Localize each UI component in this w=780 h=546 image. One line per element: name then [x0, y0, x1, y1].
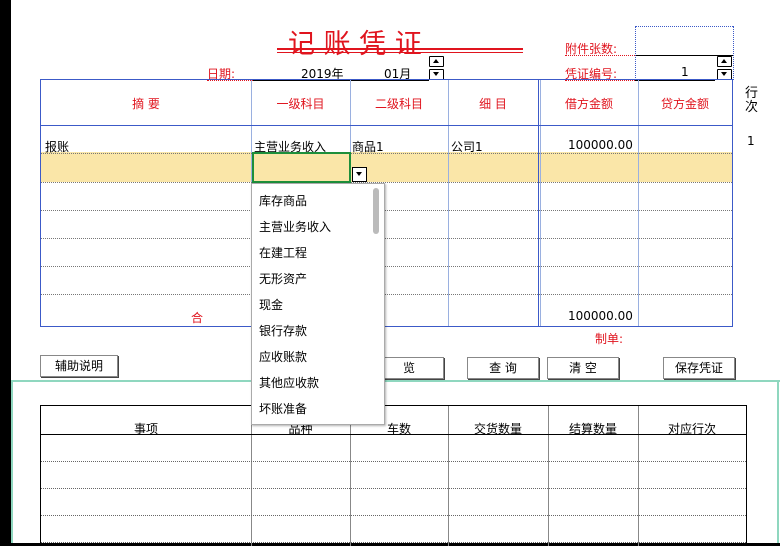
- dropdown-option[interactable]: 库存商品: [259, 192, 307, 209]
- voucher-sheet: 记 账 凭 证 附件张数: 日期: 2019年 01月 凭证编号: 1 行次 1: [11, 0, 780, 546]
- col-header-row-ref: 对应行次: [667, 422, 716, 436]
- voucher-no-value[interactable]: 1: [681, 65, 689, 79]
- dropdown-option[interactable]: 坏账准备: [259, 400, 307, 417]
- total-debit: 100000.00: [568, 309, 633, 323]
- header-divider: [41, 125, 732, 126]
- cell-account2[interactable]: 商品1: [352, 138, 384, 155]
- voucher-no-up-button[interactable]: [717, 56, 732, 67]
- account-dropdown-list[interactable]: 库存商品 主营业务收入 在建工程 无形资产 现金 银行存款 应收账款 其他应收款…: [251, 183, 385, 425]
- row-label: 行次: [745, 86, 759, 115]
- account1-editor[interactable]: [252, 152, 351, 183]
- guide-line: [635, 26, 733, 27]
- guide-line: [733, 26, 734, 80]
- dropdown-option[interactable]: 应收账款: [259, 348, 307, 365]
- col-header-debit: 借方金额: [564, 97, 613, 111]
- arrow-up-icon: [721, 59, 727, 63]
- col-header-item: 事项: [133, 422, 158, 436]
- aux-note-button[interactable]: 辅助说明: [40, 355, 118, 377]
- arrow-down-icon: [433, 72, 439, 76]
- section-divider: [11, 380, 780, 382]
- col-divider: [448, 80, 449, 326]
- total-label: 合: [191, 311, 204, 325]
- dropdown-scrollbar-thumb[interactable]: [373, 188, 379, 234]
- col-header-account1: 一级科目: [276, 97, 325, 111]
- dropdown-button[interactable]: [352, 167, 367, 182]
- month-spinner[interactable]: [429, 56, 444, 80]
- dropdown-option[interactable]: 无形资产: [259, 270, 307, 287]
- query-button[interactable]: 查 询: [467, 357, 539, 379]
- row-divider: [41, 488, 746, 489]
- cell-detail[interactable]: 公司1: [451, 138, 483, 155]
- row-divider: [41, 210, 732, 211]
- col-divider: [540, 80, 541, 326]
- month-up-button[interactable]: [429, 56, 444, 67]
- chevron-down-icon: [356, 172, 362, 176]
- attachments-underline: [565, 55, 635, 56]
- guide-line: [635, 26, 636, 80]
- section-border-left: [11, 380, 13, 543]
- row-divider: [41, 238, 732, 239]
- preparer-label: 制单:: [595, 332, 624, 346]
- dropdown-option[interactable]: 主营业务收入: [259, 218, 331, 235]
- row-divider: [41, 266, 732, 267]
- col-header-settle-qty: 结算数量: [568, 422, 617, 436]
- title-underline-2: [277, 52, 523, 53]
- save-voucher-button[interactable]: 保存凭证: [663, 357, 735, 379]
- title-underline: [277, 48, 523, 50]
- col-header-summary: 摘 要: [132, 97, 160, 111]
- dropdown-option[interactable]: 在建工程: [259, 244, 307, 261]
- row-number: 1: [747, 134, 755, 148]
- col-header-delivery-qty: 交货数量: [473, 422, 522, 436]
- cell-debit[interactable]: 100000.00: [568, 138, 633, 152]
- arrow-down-icon: [721, 72, 727, 76]
- section-border-right: [777, 380, 779, 543]
- row-divider: [41, 294, 732, 295]
- row-divider: [41, 153, 732, 154]
- voucher-no-spinner[interactable]: [717, 56, 732, 80]
- clear-button[interactable]: 清 空: [547, 357, 619, 379]
- voucher-title: 记 账 凭 证: [288, 29, 422, 60]
- dropdown-option[interactable]: 银行存款: [259, 322, 307, 339]
- col-header-credit: 贷方金额: [660, 97, 709, 111]
- col-header-account2: 二级科目: [374, 97, 423, 111]
- voucher-table: 摘 要 一级科目 二级科目 细 目 借方金额 贷方金额 报账 主营业务收入 商品…: [40, 79, 733, 327]
- row-divider: [41, 515, 746, 516]
- row-divider: [41, 182, 732, 183]
- col-divider: [638, 80, 639, 326]
- dropdown-option[interactable]: 其他应收款: [259, 374, 319, 391]
- col-divider: [538, 80, 539, 326]
- col-header-detail: 细 目: [479, 97, 507, 111]
- arrow-up-icon: [433, 59, 439, 63]
- cell-summary[interactable]: 报账: [45, 138, 69, 155]
- dropdown-option[interactable]: 现金: [259, 296, 283, 313]
- row-divider: [41, 461, 746, 462]
- detail-table: 事项 品种 车数 交货数量 结算数量 对应行次: [40, 405, 747, 546]
